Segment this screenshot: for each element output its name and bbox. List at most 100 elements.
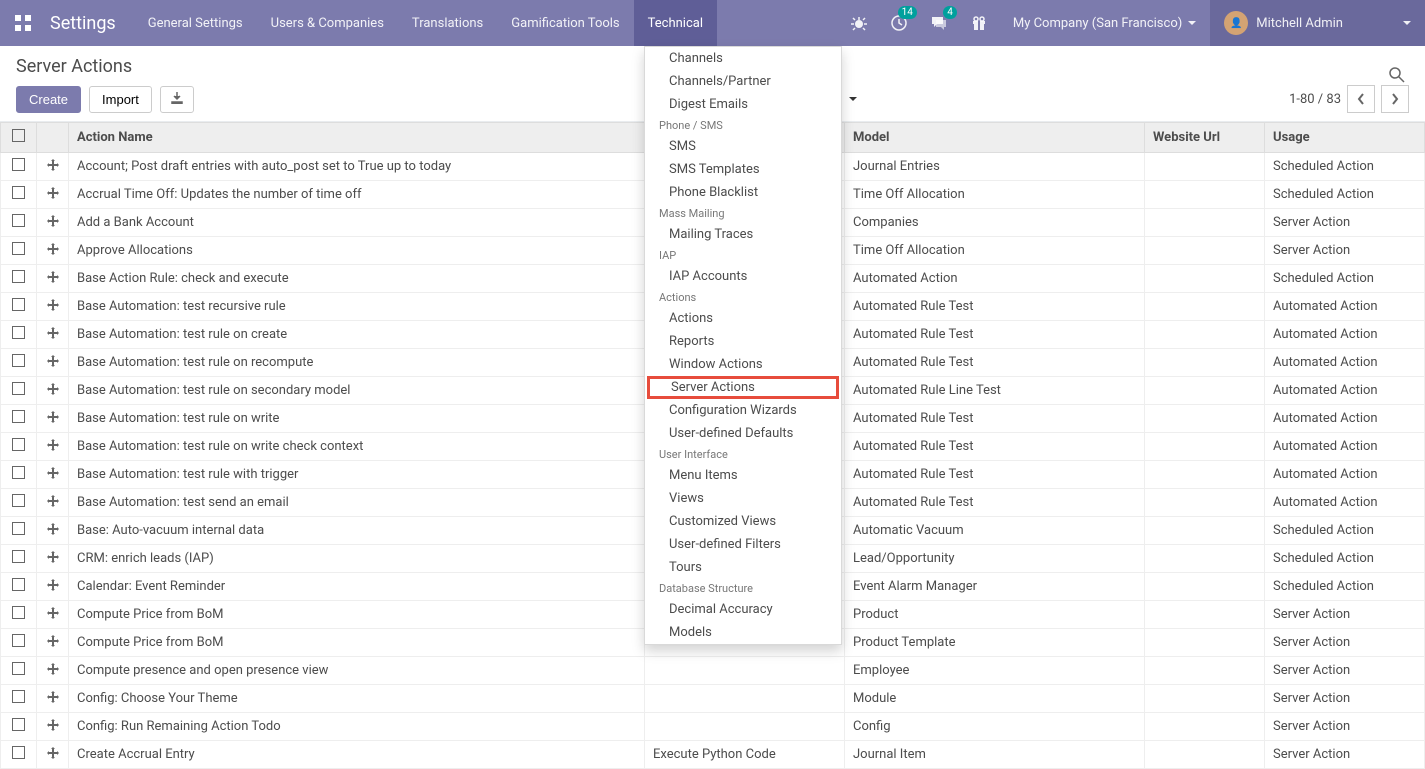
dropdown-item-decimal-accuracy[interactable]: Decimal Accuracy: [645, 598, 841, 621]
row-checkbox[interactable]: [1, 713, 37, 741]
row-checkbox[interactable]: [1, 545, 37, 573]
cell-action-name: CRM: enrich leads (IAP): [69, 545, 645, 573]
dropdown-item-reports[interactable]: Reports: [645, 330, 841, 353]
row-checkbox[interactable]: [1, 293, 37, 321]
drag-handle-icon[interactable]: [37, 629, 69, 657]
drag-handle-icon[interactable]: [37, 321, 69, 349]
row-checkbox[interactable]: [1, 517, 37, 545]
activities-icon[interactable]: 14: [879, 0, 919, 46]
drag-handle-icon[interactable]: [37, 349, 69, 377]
row-checkbox[interactable]: [1, 601, 37, 629]
company-switcher[interactable]: My Company (San Francisco): [999, 16, 1210, 31]
drag-handle-icon[interactable]: [37, 601, 69, 629]
col-usage[interactable]: Usage: [1265, 123, 1425, 153]
drag-handle-icon[interactable]: [37, 181, 69, 209]
dropdown-item-user-defined-filters[interactable]: User-defined Filters: [645, 533, 841, 556]
cell-url: [1145, 629, 1265, 657]
row-checkbox[interactable]: [1, 209, 37, 237]
row-checkbox[interactable]: [1, 629, 37, 657]
table-row[interactable]: Config: Run Remaining Action TodoConfigS…: [1, 713, 1425, 741]
dropdown-item-models[interactable]: Models: [645, 621, 841, 644]
table-row[interactable]: Compute presence and open presence viewE…: [1, 657, 1425, 685]
messages-icon[interactable]: 4: [919, 0, 959, 46]
chevron-down-icon: [1188, 21, 1196, 25]
dropdown-item-user-defined-defaults[interactable]: User-defined Defaults: [645, 422, 841, 445]
row-checkbox[interactable]: [1, 181, 37, 209]
drag-handle-icon[interactable]: [37, 293, 69, 321]
dropdown-item-tours[interactable]: Tours: [645, 556, 841, 579]
import-button[interactable]: Import: [89, 86, 152, 113]
row-checkbox[interactable]: [1, 657, 37, 685]
table-row[interactable]: Create Accrual EntryExecute Python CodeJ…: [1, 741, 1425, 769]
drag-handle-icon[interactable]: [37, 517, 69, 545]
dropdown-item-server-actions[interactable]: Server Actions: [647, 376, 839, 399]
row-checkbox[interactable]: [1, 405, 37, 433]
nav-item-technical[interactable]: Technical: [634, 0, 717, 46]
dropdown-item-menu-items[interactable]: Menu Items: [645, 464, 841, 487]
row-checkbox[interactable]: [1, 321, 37, 349]
drag-handle-icon[interactable]: [37, 153, 69, 181]
nav-item-gamification-tools[interactable]: Gamification Tools: [497, 0, 633, 46]
drag-handle-icon[interactable]: [37, 545, 69, 573]
cell-model: Product Template: [845, 629, 1145, 657]
row-checkbox[interactable]: [1, 153, 37, 181]
download-button[interactable]: [160, 86, 194, 113]
dropdown-item-views[interactable]: Views: [645, 487, 841, 510]
drag-handle-icon[interactable]: [37, 237, 69, 265]
dropdown-item-channels[interactable]: Channels: [645, 47, 841, 70]
pager-prev[interactable]: [1347, 85, 1375, 113]
table-row[interactable]: Config: Choose Your ThemeModuleServer Ac…: [1, 685, 1425, 713]
row-checkbox[interactable]: [1, 265, 37, 293]
dropdown-item-phone-blacklist[interactable]: Phone Blacklist: [645, 181, 841, 204]
row-checkbox[interactable]: [1, 433, 37, 461]
checkbox-icon[interactable]: [12, 129, 25, 142]
col-model[interactable]: Model: [845, 123, 1145, 153]
row-checkbox[interactable]: [1, 237, 37, 265]
drag-handle-icon[interactable]: [37, 209, 69, 237]
cell-url: [1145, 545, 1265, 573]
dropdown-item-iap-accounts[interactable]: IAP Accounts: [645, 265, 841, 288]
nav-item-users-companies[interactable]: Users & Companies: [257, 0, 398, 46]
pager-next[interactable]: [1381, 85, 1409, 113]
apps-icon[interactable]: [0, 0, 46, 46]
row-checkbox[interactable]: [1, 685, 37, 713]
user-menu[interactable]: 👤 Mitchell Admin: [1210, 0, 1425, 46]
technical-dropdown[interactable]: ChannelsChannels/PartnerDigest Emails Pho…: [644, 46, 842, 645]
drag-handle-icon[interactable]: [37, 461, 69, 489]
drag-handle-icon[interactable]: [37, 405, 69, 433]
drag-handle-icon[interactable]: [37, 713, 69, 741]
pager-range[interactable]: 1-80 / 83: [1289, 92, 1341, 107]
col-action-name[interactable]: Action Name: [69, 123, 645, 153]
col-website-url[interactable]: Website Url: [1145, 123, 1265, 153]
debug-icon[interactable]: [839, 0, 879, 46]
row-checkbox[interactable]: [1, 741, 37, 769]
row-checkbox[interactable]: [1, 377, 37, 405]
drag-handle-icon[interactable]: [37, 741, 69, 769]
select-all-header[interactable]: [1, 123, 37, 153]
drag-handle-icon[interactable]: [37, 433, 69, 461]
drag-handle-icon[interactable]: [37, 265, 69, 293]
dropdown-item-configuration-wizards[interactable]: Configuration Wizards: [645, 399, 841, 422]
dropdown-item-digest-emails[interactable]: Digest Emails: [645, 93, 841, 116]
row-checkbox[interactable]: [1, 461, 37, 489]
create-button[interactable]: Create: [16, 86, 81, 113]
row-checkbox[interactable]: [1, 489, 37, 517]
dropdown-item-channels-partner[interactable]: Channels/Partner: [645, 70, 841, 93]
gift-icon[interactable]: [959, 0, 999, 46]
drag-handle-icon[interactable]: [37, 489, 69, 517]
nav-item-general-settings[interactable]: General Settings: [134, 0, 257, 46]
dropdown-item-mailing-traces[interactable]: Mailing Traces: [645, 223, 841, 246]
drag-handle-icon[interactable]: [37, 657, 69, 685]
dropdown-item-customized-views[interactable]: Customized Views: [645, 510, 841, 533]
search-icon[interactable]: [1389, 67, 1409, 87]
dropdown-item-window-actions[interactable]: Window Actions: [645, 353, 841, 376]
row-checkbox[interactable]: [1, 349, 37, 377]
dropdown-item-sms-templates[interactable]: SMS Templates: [645, 158, 841, 181]
row-checkbox[interactable]: [1, 573, 37, 601]
dropdown-item-sms[interactable]: SMS: [645, 135, 841, 158]
nav-item-translations[interactable]: Translations: [398, 0, 497, 46]
drag-handle-icon[interactable]: [37, 377, 69, 405]
drag-handle-icon[interactable]: [37, 573, 69, 601]
drag-handle-icon[interactable]: [37, 685, 69, 713]
dropdown-item-actions[interactable]: Actions: [645, 307, 841, 330]
